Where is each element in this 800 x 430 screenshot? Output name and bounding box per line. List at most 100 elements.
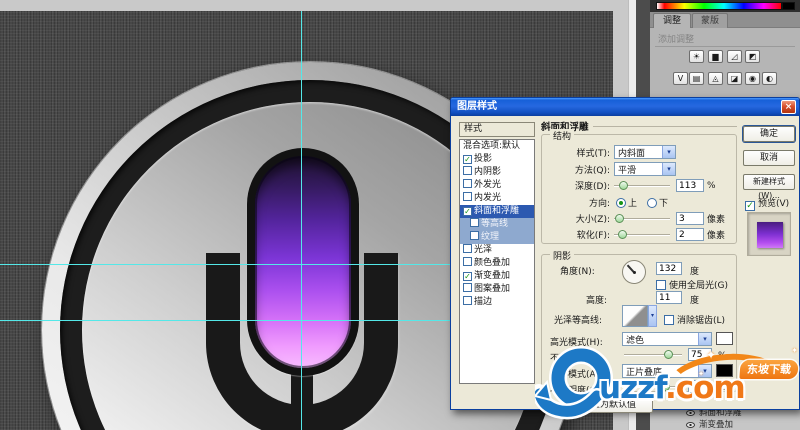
depth-input[interactable]	[676, 179, 704, 192]
shadow-color-swatch[interactable]	[716, 364, 733, 377]
style-label: 样式(T):	[546, 146, 610, 159]
checkbox[interactable]: ✓	[463, 207, 472, 216]
hue-saturation-icon[interactable]: ▤	[689, 72, 704, 85]
depth-unit: %	[707, 181, 716, 191]
checkbox[interactable]	[656, 280, 666, 290]
checkbox[interactable]	[470, 231, 479, 240]
layer-effect-row[interactable]: 渐变叠加	[686, 419, 798, 430]
style-item-blending-options[interactable]: 混合选项:默认	[460, 140, 534, 153]
direction-up-radio[interactable]	[616, 198, 626, 208]
use-global-light-checkbox[interactable]: 使用全局光(G)	[656, 278, 728, 291]
panel-tab-bar: 调整 蒙版	[650, 12, 800, 28]
guide-vertical	[301, 11, 302, 430]
shadow-opacity-input[interactable]	[688, 380, 712, 393]
color-panel-edge	[650, 0, 800, 12]
checkbox[interactable]	[463, 166, 472, 175]
brightness-contrast-icon[interactable]: ☀	[689, 50, 704, 63]
chevron-down-icon[interactable]: ▾	[698, 333, 711, 345]
checkbox[interactable]	[463, 283, 472, 292]
color-spectrum-black-swatch[interactable]	[782, 2, 795, 10]
chevron-down-icon[interactable]: ▾	[662, 146, 675, 158]
photoshop-workspace: 调整 蒙版 添加调整 ☀ ▆ ◿ ◩ V ▤ ◬ ◪ ◉ ◐ 斜面和浮雕 渐变叠…	[0, 0, 800, 430]
altitude-label: 高度:	[586, 293, 607, 306]
shading-group-title: 阴影	[550, 249, 574, 262]
size-slider[interactable]	[614, 214, 670, 223]
cancel-button[interactable]: 取消	[743, 150, 795, 166]
set-default-button[interactable]: 设置为默认值	[565, 398, 653, 413]
direction-down-radio[interactable]	[647, 198, 657, 208]
anti-alias-checkbox[interactable]: 消除锯齿(L)	[664, 313, 725, 326]
checkbox[interactable]: ✓	[463, 272, 472, 281]
soften-slider[interactable]	[614, 230, 670, 239]
checkbox[interactable]	[463, 257, 472, 266]
shadow-mode-select[interactable]: 正片叠底▾	[622, 364, 712, 378]
bevel-style-select[interactable]: 内斜面▾	[614, 145, 676, 159]
exposure-icon[interactable]: ◩	[745, 50, 760, 63]
panel-divider	[655, 46, 795, 47]
styles-list: 混合选项:默认 ✓投影 内阴影 外发光 内发光 ✓斜面和浮雕 等高线 纹理 光泽…	[459, 139, 535, 384]
highlight-opacity-slider[interactable]	[624, 350, 682, 359]
close-icon[interactable]: ×	[781, 100, 796, 114]
new-style-button[interactable]: 新建样式(W)...	[743, 174, 795, 190]
color-spectrum-bar[interactable]	[656, 2, 782, 10]
angle-label: 角度(N):	[560, 264, 595, 277]
chevron-down-icon[interactable]: ▾	[698, 365, 711, 377]
technique-select[interactable]: 平滑▾	[614, 162, 676, 176]
curves-icon[interactable]: ◿	[727, 50, 742, 63]
dialog-titlebar[interactable]: 图层样式	[451, 98, 799, 116]
style-item-contour[interactable]: 等高线	[460, 218, 534, 231]
channel-mixer-icon[interactable]: ◐	[762, 72, 777, 85]
style-item-stroke[interactable]: 描边	[460, 296, 534, 309]
ok-button[interactable]: 确定	[743, 126, 795, 142]
shadow-opacity-label: 不透明度(C):	[550, 383, 602, 396]
angle-input[interactable]	[656, 262, 682, 275]
style-item-inner-shadow[interactable]: 内阴影	[460, 166, 534, 179]
visibility-eye-icon[interactable]	[686, 410, 695, 416]
tab-masks[interactable]: 蒙版	[692, 13, 728, 28]
shadow-opacity-slider[interactable]	[624, 382, 682, 391]
chevron-down-icon[interactable]: ▾	[662, 163, 675, 175]
angle-unit: 度	[690, 264, 699, 277]
checkbox[interactable]	[463, 244, 472, 253]
checkbox[interactable]	[470, 218, 479, 227]
style-item-texture[interactable]: 纹理	[460, 231, 534, 244]
checkbox[interactable]: ✓	[463, 155, 472, 164]
color-balance-icon[interactable]: ◬	[708, 72, 723, 85]
style-item-outer-glow[interactable]: 外发光	[460, 179, 534, 192]
altitude-input[interactable]	[656, 291, 682, 304]
highlight-opacity-unit: %	[718, 351, 727, 361]
style-item-drop-shadow[interactable]: ✓投影	[460, 153, 534, 166]
style-item-color-overlay[interactable]: 颜色叠加	[460, 257, 534, 270]
soften-input[interactable]	[676, 228, 704, 241]
structure-group: 结构 样式(T): 内斜面▾ 方法(Q): 平滑▾ 深度(D):	[541, 134, 737, 244]
chevron-down-icon[interactable]: ▾	[648, 305, 657, 327]
size-input[interactable]	[676, 212, 704, 225]
highlight-opacity-input[interactable]	[688, 348, 712, 361]
black-white-icon[interactable]: ◪	[727, 72, 742, 85]
style-item-satin[interactable]: 光泽	[460, 244, 534, 257]
visibility-eye-icon[interactable]	[686, 422, 695, 428]
style-item-gradient-overlay[interactable]: ✓渐变叠加	[460, 270, 534, 283]
depth-slider[interactable]	[614, 181, 670, 190]
style-item-pattern-overlay[interactable]: 图案叠加	[460, 283, 534, 296]
size-label: 大小(Z):	[546, 212, 610, 225]
highlight-color-swatch[interactable]	[716, 332, 733, 345]
style-item-bevel-emboss[interactable]: ✓斜面和浮雕	[460, 205, 534, 218]
angle-dial[interactable]	[622, 260, 646, 284]
checkbox[interactable]	[463, 192, 472, 201]
photo-filter-icon[interactable]: ◉	[745, 72, 760, 85]
checkbox[interactable]: ✓	[745, 201, 755, 211]
levels-icon[interactable]: ▆	[708, 50, 723, 63]
gloss-contour-swatch[interactable]	[622, 305, 648, 327]
preview-checkbox[interactable]: ✓预览(V)	[745, 196, 789, 211]
structure-group-title: 结构	[550, 129, 574, 142]
checkbox[interactable]	[463, 179, 472, 188]
checkbox[interactable]	[463, 296, 472, 305]
highlight-mode-select[interactable]: 滤色▾	[622, 332, 712, 346]
vibrance-icon[interactable]: V	[673, 72, 688, 85]
size-unit: 像素	[707, 212, 725, 225]
style-item-inner-glow[interactable]: 内发光	[460, 192, 534, 205]
checkbox[interactable]	[664, 315, 674, 325]
tab-adjustments[interactable]: 调整	[653, 13, 691, 28]
microphone-stem-shape	[291, 368, 313, 430]
